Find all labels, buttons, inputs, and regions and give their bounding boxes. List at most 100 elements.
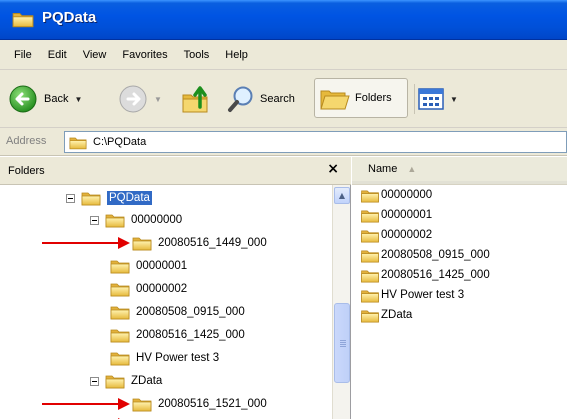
views-dropdown-icon[interactable]: ▼: [450, 95, 458, 104]
folders-button[interactable]: Folders: [314, 78, 408, 118]
collapse-icon[interactable]: [66, 193, 75, 203]
folder-icon: [105, 373, 125, 389]
collapse-icon[interactable]: [90, 215, 99, 225]
file-list-header: Name ▲: [352, 157, 567, 185]
folder-open-icon: [81, 190, 101, 206]
tree-item-label: PQData: [107, 191, 152, 205]
menu-help[interactable]: Help: [217, 46, 256, 64]
folder-icon: [360, 208, 380, 223]
search-button[interactable]: Search: [226, 82, 295, 116]
list-item-label: 00000001: [381, 209, 433, 221]
tree-item-20080516-1521-000[interactable]: 20080516_1521_000: [132, 393, 267, 415]
annotation-arrow-icon: [42, 237, 130, 249]
folders-pane-header: Folders ×: [0, 157, 351, 185]
folder-icon: [69, 135, 87, 150]
back-button[interactable]: Back ▼: [8, 82, 82, 116]
menu-tools[interactable]: Tools: [176, 46, 218, 64]
sort-ascending-icon: ▲: [407, 164, 417, 174]
toolbar-separator: [414, 84, 415, 114]
list-item[interactable]: 00000002: [360, 225, 432, 245]
close-icon[interactable]: ×: [327, 161, 339, 177]
tree-item-label: 00000001: [136, 260, 188, 272]
up-folder-icon: [182, 86, 208, 113]
scroll-thumb[interactable]: [334, 303, 350, 383]
folders-pane-title: Folders: [8, 165, 45, 177]
menu-edit[interactable]: Edit: [40, 46, 75, 64]
folder-icon: [360, 188, 380, 203]
list-item[interactable]: ZData: [360, 305, 412, 325]
tree-item-00000001[interactable]: 00000001: [110, 255, 187, 277]
tree-item-zdata[interactable]: ZData: [90, 370, 162, 392]
folder-icon: [360, 228, 380, 243]
views-button[interactable]: ▼: [418, 82, 458, 116]
folder-icon: [12, 10, 34, 28]
tree-item-00000000[interactable]: 00000000: [90, 209, 182, 231]
tree-item-label: ZData: [131, 375, 163, 387]
back-arrow-icon: [9, 85, 37, 113]
forward-arrow-icon: [119, 85, 147, 113]
folder-icon: [110, 327, 130, 343]
tree-item-20080516-1449-000[interactable]: 20080516_1449_000: [132, 232, 267, 254]
tree-item-label: 00000002: [136, 283, 188, 295]
tree-item-label: 00000000: [131, 214, 183, 226]
tree-item-pqdata[interactable]: PQData: [66, 187, 152, 209]
tree-item-label: 20080508_0915_000: [136, 306, 245, 318]
menu-file[interactable]: File: [6, 46, 40, 64]
address-input[interactable]: C:\PQData: [64, 131, 567, 153]
file-list-pane: Name ▲ 00000000 00000001 00000002 200805…: [352, 157, 567, 419]
folder-icon: [110, 350, 130, 366]
tree-item-00000002[interactable]: 00000002: [110, 278, 187, 300]
tree-item-label: 20080516_1449_000: [158, 237, 267, 249]
folder-icon: [110, 258, 130, 274]
folder-icon: [360, 268, 380, 283]
address-label: Address: [6, 135, 47, 147]
folder-icon: [360, 248, 380, 263]
folder-icon: [132, 235, 152, 251]
list-item[interactable]: 20080516_1425_000: [360, 265, 490, 285]
folder-tree: PQData 00000000 20080516_1449_000 000000…: [0, 185, 332, 419]
search-icon: [228, 86, 253, 112]
tree-item-label: 20080516_1521_000: [158, 398, 267, 410]
forward-dropdown-icon[interactable]: ▼: [154, 95, 162, 104]
views-icon: [418, 88, 444, 110]
list-item-label: 00000002: [381, 229, 433, 241]
name-column-header[interactable]: Name ▲: [352, 157, 567, 184]
scroll-up-icon[interactable]: ▲: [334, 187, 350, 204]
toolbar: Back ▼ ▼ Search Folders ▼: [0, 70, 567, 128]
collapse-icon[interactable]: [90, 376, 99, 386]
folder-tree-scrollbar[interactable]: ▲: [332, 185, 350, 419]
window-title: PQData: [42, 9, 97, 26]
back-dropdown-icon[interactable]: ▼: [74, 95, 82, 104]
list-item-label: HV Power test 3: [381, 289, 465, 301]
annotation-arrow-icon: [42, 398, 130, 410]
tree-item-20080516-1521-001[interactable]: 20080516_1521_001: [132, 414, 267, 419]
list-item-label: 00000000: [381, 189, 433, 201]
menu-bar: File Edit View Favorites Tools Help: [0, 40, 567, 70]
up-folder-button[interactable]: [180, 82, 214, 116]
folder-icon: [110, 304, 130, 320]
menu-view[interactable]: View: [75, 46, 115, 64]
list-item-label: 20080516_1425_000: [381, 269, 490, 281]
folder-icon: [360, 308, 380, 323]
list-item-label: ZData: [381, 309, 413, 321]
folder-icon: [105, 212, 125, 228]
back-label: Back: [44, 93, 69, 105]
tree-item-20080516-1425-000[interactable]: 20080516_1425_000: [110, 324, 245, 346]
tree-item-label: HV Power test 3: [136, 352, 220, 364]
list-item[interactable]: 00000000: [360, 185, 432, 205]
list-item[interactable]: 20080508_0915_000: [360, 245, 490, 265]
folders-label: Folders: [355, 92, 392, 104]
list-item[interactable]: HV Power test 3: [360, 285, 464, 305]
address-value: C:\PQData: [93, 136, 147, 148]
title-bar[interactable]: PQData: [0, 0, 567, 40]
menu-favorites[interactable]: Favorites: [114, 46, 175, 64]
list-item[interactable]: 00000001: [360, 205, 432, 225]
address-bar: Address C:\PQData: [0, 128, 567, 156]
folder-icon: [360, 288, 380, 303]
folders-icon: [320, 90, 350, 110]
list-item-label: 20080508_0915_000: [381, 249, 490, 261]
tree-item-hv-power-test-3[interactable]: HV Power test 3: [110, 347, 219, 369]
forward-button[interactable]: ▼: [118, 82, 162, 116]
search-label: Search: [260, 93, 295, 105]
tree-item-20080508-0915-000[interactable]: 20080508_0915_000: [110, 301, 245, 323]
